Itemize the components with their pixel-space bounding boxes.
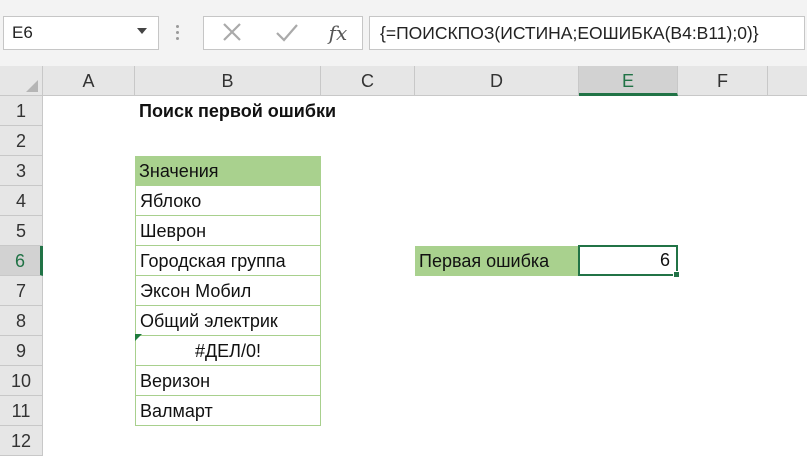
formula-input[interactable]: {=ПОИСКПОЗ(ИСТИНА;ЕОШИБКА(B4:B11);0)} — [369, 16, 805, 50]
row-header-12[interactable]: 12 — [0, 426, 43, 456]
column-header-b[interactable]: B — [135, 66, 321, 96]
check-icon[interactable] — [267, 17, 307, 49]
result-label[interactable]: Первая ошибка — [415, 246, 579, 276]
fill-handle[interactable] — [673, 271, 680, 278]
list-item[interactable]: Веризон — [135, 366, 321, 396]
error-cell[interactable]: #ДЕЛ/0! — [135, 336, 321, 366]
column-header-e[interactable]: E — [579, 66, 678, 96]
row-header-4[interactable]: 4 — [0, 186, 43, 216]
row-header-3[interactable]: 3 — [0, 156, 43, 186]
name-box-value: E6 — [12, 23, 33, 42]
select-all-icon — [26, 80, 38, 92]
row-header-2[interactable]: 2 — [0, 126, 43, 156]
list-item[interactable]: Общий электрик — [135, 306, 321, 336]
formula-buttons: fx — [203, 16, 363, 50]
list-item[interactable]: Валмарт — [135, 396, 321, 426]
spreadsheet-grid: A B C D E F 1 2 3 4 5 6 7 8 9 10 11 12 П… — [0, 66, 807, 456]
column-header-g[interactable] — [768, 66, 807, 96]
column-header-f[interactable]: F — [678, 66, 768, 96]
fx-icon[interactable]: fx — [318, 19, 358, 51]
list-item[interactable]: Яблоко — [135, 186, 321, 216]
list-header[interactable]: Значения — [135, 156, 321, 186]
row-header-5[interactable]: 5 — [0, 216, 43, 246]
row-header-8[interactable]: 8 — [0, 306, 43, 336]
column-header-c[interactable]: C — [321, 66, 415, 96]
column-header-d[interactable]: D — [415, 66, 579, 96]
row-header-6[interactable]: 6 — [0, 246, 43, 276]
list-item[interactable]: Городская группа — [135, 246, 321, 276]
cross-icon[interactable] — [212, 17, 252, 49]
result-cell[interactable]: 6 — [578, 245, 678, 276]
chevron-down-icon[interactable] — [137, 28, 147, 34]
list-item[interactable]: Шеврон — [135, 216, 321, 246]
error-indicator-icon[interactable] — [135, 334, 142, 341]
sheet-title[interactable]: Поиск первой ошибки — [135, 96, 340, 126]
list-item[interactable]: Эксон Мобил — [135, 276, 321, 306]
formula-text: {=ПОИСКПОЗ(ИСТИНА;ЕОШИБКА(B4:B11);0)} — [380, 23, 759, 43]
row-header-7[interactable]: 7 — [0, 276, 43, 306]
column-header-a[interactable]: A — [43, 66, 135, 96]
row-header-11[interactable]: 11 — [0, 396, 43, 426]
row-header-1[interactable]: 1 — [0, 96, 43, 126]
formula-bar-area: E6 fx {=ПОИСКПОЗ(ИСТИНА;ЕОШИБКА(B4:B11);… — [0, 0, 807, 66]
drag-handle-icon[interactable] — [174, 22, 180, 46]
name-box[interactable]: E6 — [3, 16, 159, 50]
row-header-9[interactable]: 9 — [0, 336, 43, 366]
row-header-10[interactable]: 10 — [0, 366, 43, 396]
